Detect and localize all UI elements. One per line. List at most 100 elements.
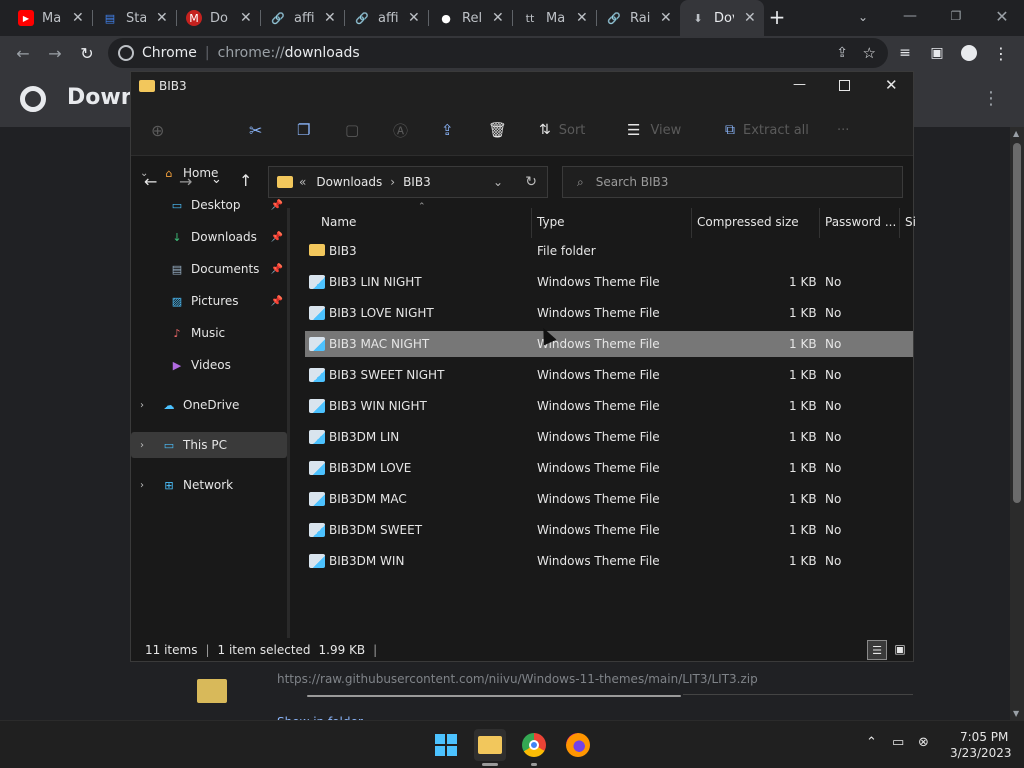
share-icon[interactable]: ⇪	[441, 120, 454, 140]
tab-close-icon[interactable]: ✕	[492, 10, 504, 26]
pin-icon[interactable]: 📌	[271, 296, 283, 307]
file-explorer-taskbar-button[interactable]	[474, 729, 506, 761]
column-header-compressed-size[interactable]: Compressed size	[697, 215, 799, 229]
pin-icon[interactable]: 📌	[271, 264, 283, 275]
column-separator[interactable]	[691, 208, 692, 238]
nav-item-this-pc[interactable]: › ▭ This PC	[131, 432, 287, 458]
sort-button[interactable]: ⇅ Sort	[539, 120, 585, 140]
chevron-down-icon[interactable]: ⌄	[140, 168, 148, 179]
explorer-close-button[interactable]: ✕	[885, 76, 898, 94]
network-tray-icon[interactable]: ▭	[892, 735, 904, 750]
horizontal-scrollbar[interactable]	[305, 694, 913, 697]
tab-close-icon[interactable]: ✕	[156, 10, 168, 26]
browser-tab[interactable]: ▤ Sta ✕	[92, 0, 176, 36]
breadcrumb-overflow[interactable]: «	[299, 175, 306, 189]
file-row[interactable]: BIB3DM SWEET Windows Theme File 1 KB No	[305, 517, 913, 543]
nav-item-documents[interactable]: ▤ Documents 📌	[131, 256, 287, 282]
extract-all-button[interactable]: ⧉ Extract all	[725, 120, 809, 140]
more-options-button[interactable]: ···	[837, 120, 849, 140]
nav-item-network[interactable]: › ⊞ Network	[131, 472, 287, 498]
new-tab-button[interactable]: +	[766, 5, 788, 29]
file-row[interactable]: BIB3 LOVE NIGHT Windows Theme File 1 KB No	[305, 300, 913, 326]
file-row[interactable]: BIB3 WIN NIGHT Windows Theme File 1 KB No	[305, 393, 913, 419]
nav-item-music[interactable]: ♪ Music	[131, 320, 287, 346]
nav-scrollbar[interactable]	[287, 208, 290, 638]
details-view-toggle[interactable]: ☰	[867, 640, 887, 660]
breadcrumb-current[interactable]: BIB3	[403, 175, 431, 189]
show-hidden-icons-chevron[interactable]: ⌃	[866, 735, 877, 750]
column-header-type[interactable]: Type	[537, 215, 565, 229]
file-row[interactable]: BIB3DM LOVE Windows Theme File 1 KB No	[305, 455, 913, 481]
profile-icon[interactable]	[958, 42, 980, 64]
file-row[interactable]: BIB3 LIN NIGHT Windows Theme File 1 KB No	[305, 269, 913, 295]
browser-tab[interactable]: tt Ma ✕	[512, 0, 596, 36]
browser-tab[interactable]: ▶ Ma ✕	[8, 0, 92, 36]
nav-item-desktop[interactable]: ▭ Desktop 📌	[131, 192, 287, 218]
cut-icon[interactable]: ✂	[249, 120, 262, 140]
reload-icon[interactable]: ↻	[76, 42, 98, 64]
back-icon[interactable]: ←	[12, 42, 34, 64]
volume-muted-icon[interactable]: ⊗	[918, 735, 929, 750]
chevron-right-icon[interactable]: ›	[140, 480, 144, 491]
browser-tab[interactable]: 🔗 Rai ✕	[596, 0, 680, 36]
view-button[interactable]: ☰ View	[627, 120, 681, 140]
chrome-taskbar-button[interactable]	[518, 729, 550, 761]
nav-item-downloads[interactable]: ↓ Downloads 📌	[131, 224, 287, 250]
column-header-name[interactable]: Name	[321, 215, 356, 229]
browser-tab[interactable]: M Do ✕	[176, 0, 260, 36]
download-url[interactable]: https://raw.githubusercontent.com/niivu/…	[277, 672, 758, 686]
chevron-right-icon[interactable]: ›	[140, 440, 144, 451]
restore-window-button[interactable]: ❐	[944, 4, 968, 28]
side-panel-icon[interactable]: ▣	[926, 42, 948, 64]
column-separator[interactable]	[531, 208, 532, 238]
explorer-maximize-button[interactable]	[839, 80, 850, 91]
browser-tab[interactable]: 🔗 affi ✕	[260, 0, 344, 36]
new-item-icon[interactable]: ⊕	[151, 120, 164, 140]
start-button[interactable]	[430, 729, 462, 761]
column-header-size[interactable]: Si	[905, 215, 916, 229]
pin-icon[interactable]: 📌	[271, 232, 283, 243]
copy-icon[interactable]: ❐	[297, 120, 310, 140]
file-row[interactable]: BIB3DM MAC Windows Theme File 1 KB No	[305, 486, 913, 512]
browser-tab[interactable]: 🔗 affi ✕	[344, 0, 428, 36]
tab-close-icon[interactable]: ✕	[744, 10, 756, 26]
large-icons-view-toggle[interactable]: ▣	[891, 640, 909, 658]
column-separator[interactable]	[819, 208, 820, 238]
browser-tab[interactable]: ⬇ Dov ✕	[680, 0, 764, 36]
file-row[interactable]: BIB3DM LIN Windows Theme File 1 KB No	[305, 424, 913, 450]
clock-time[interactable]: 7:05 PM	[960, 730, 1008, 744]
tab-search-icon[interactable]: ⌄	[852, 6, 874, 28]
clock-date[interactable]: 3/23/2023	[950, 746, 1012, 760]
tab-close-icon[interactable]: ✕	[408, 10, 420, 26]
file-row[interactable]: BIB3 File folder	[305, 238, 913, 264]
tab-close-icon[interactable]: ✕	[240, 10, 252, 26]
column-header-password[interactable]: Password ...	[825, 215, 896, 229]
scrollbar-thumb[interactable]	[1013, 143, 1021, 503]
breadcrumb[interactable]: « Downloads › BIB3 ⌄ ↻	[268, 166, 548, 198]
tab-close-icon[interactable]: ✕	[72, 10, 84, 26]
paste-icon[interactable]: ▢	[345, 120, 359, 140]
scroll-down-arrow[interactable]: ▼	[1013, 709, 1019, 718]
rename-icon[interactable]: Ⓐ	[393, 120, 408, 140]
column-separator[interactable]	[899, 208, 900, 238]
file-row[interactable]: BIB3 SWEET NIGHT Windows Theme File 1 KB No	[305, 362, 913, 388]
address-dropdown-icon[interactable]: ⌄	[493, 175, 503, 189]
address-bar[interactable]: Chrome | chrome:// downloads ⇪ ☆	[108, 38, 888, 68]
forward-icon[interactable]: →	[44, 42, 66, 64]
share-icon[interactable]: ⇪	[836, 45, 848, 61]
delete-icon[interactable]: 🗑	[488, 120, 507, 140]
refresh-icon[interactable]: ↻	[525, 174, 537, 190]
tab-close-icon[interactable]: ✕	[660, 10, 672, 26]
search-box[interactable]: ⌕ Search BIB3	[562, 166, 903, 198]
nav-item-home[interactable]: ⌄ ⌂ Home	[131, 160, 287, 186]
scroll-up-arrow[interactable]: ▲	[1013, 129, 1019, 138]
chrome-menu-icon[interactable]: ⋮	[990, 42, 1012, 64]
tab-close-icon[interactable]: ✕	[576, 10, 588, 26]
nav-item-onedrive[interactable]: › ☁ OneDrive	[131, 392, 287, 418]
close-window-button[interactable]: ✕	[990, 4, 1014, 28]
file-row[interactable]: BIB3 MAC NIGHT Windows Theme File 1 KB No	[305, 331, 913, 357]
file-row[interactable]: BIB3DM WIN Windows Theme File 1 KB No	[305, 548, 913, 574]
explorer-minimize-button[interactable]: —	[793, 77, 806, 92]
minimize-window-button[interactable]: —	[898, 4, 922, 28]
media-controls-icon[interactable]: ≡	[894, 42, 916, 64]
